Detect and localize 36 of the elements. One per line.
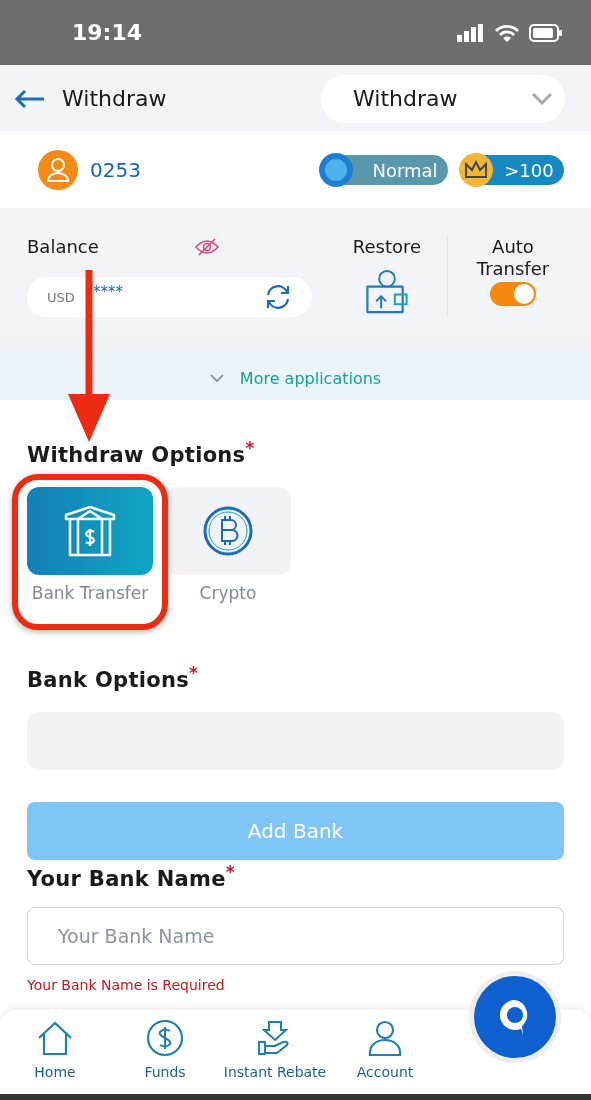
balance-label: Balance (27, 236, 99, 257)
withdraw-dropdown[interactable]: Withdraw (321, 74, 565, 123)
chevron-down-icon (209, 373, 224, 383)
required-mark: * (225, 862, 235, 882)
back-arrow-icon[interactable] (14, 88, 46, 109)
required-mark: * (245, 438, 255, 458)
auto-transfer-toggle[interactable] (490, 282, 536, 306)
signal-icon (457, 23, 485, 42)
nav-tab[interactable]: Home (0, 1018, 110, 1094)
balance-amount: **** (93, 283, 124, 301)
bank-name-field[interactable]: Your Bank Name (27, 907, 564, 965)
crown-icon (458, 152, 494, 188)
refresh-icon[interactable] (264, 283, 292, 311)
page-title: Withdraw (62, 86, 168, 111)
nav-tab[interactable]: Account (330, 1018, 440, 1094)
eye-hidden-icon[interactable] (194, 237, 220, 256)
dollar-coin-icon (145, 1018, 185, 1058)
wifi-icon (495, 23, 519, 42)
bank-icon (62, 505, 118, 557)
auto-transfer-label: Auto Transfer (475, 236, 551, 280)
medal-icon (318, 152, 354, 188)
bitcoin-icon (202, 505, 254, 557)
nav-tab[interactable]: Instant Rebate (220, 1018, 330, 1094)
section-title: Bank Options (27, 668, 189, 692)
restore-label: Restore (352, 236, 422, 257)
section-title: Your Bank Name (27, 867, 226, 891)
status-time: 19:14 (72, 20, 143, 45)
avatar-icon (38, 150, 78, 190)
nav-tab[interactable]: Funds (110, 1018, 220, 1094)
currency-label: USD (47, 289, 76, 305)
account-number: 0253 (90, 158, 142, 182)
section-title: Withdraw Options (27, 443, 246, 467)
chevron-down-icon (531, 91, 553, 106)
required-mark: * (189, 663, 199, 683)
battery-icon (529, 23, 563, 42)
error-message: Your Bank Name is Required (27, 977, 226, 993)
